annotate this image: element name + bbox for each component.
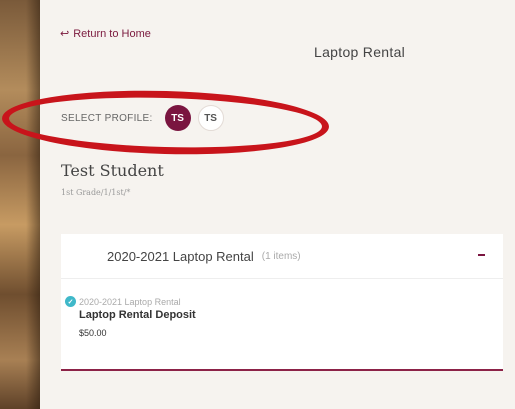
- select-profile-label: SELECT PROFILE:: [61, 112, 153, 124]
- return-home-label: Return to Home: [73, 28, 151, 40]
- profile-selector: SELECT PROFILE: TS TS: [61, 105, 231, 131]
- minus-icon[interactable]: [475, 248, 487, 262]
- student-name: Test Student: [61, 161, 164, 180]
- profile-initials: TS: [204, 112, 217, 124]
- profile-avatar[interactable]: TS: [197, 105, 224, 131]
- rental-group-card: 2020-2021 Laptop Rental (1 items) ✓ 2020…: [61, 234, 503, 371]
- item-category: 2020-2021 Laptop Rental: [79, 297, 181, 307]
- profile-avatar-selected[interactable]: TS: [164, 105, 191, 131]
- return-home-link[interactable]: ↩ Return to Home: [60, 27, 151, 40]
- return-arrow-icon: ↩: [60, 28, 70, 40]
- item-price: $50.00: [79, 328, 107, 338]
- profile-initials: TS: [171, 112, 184, 124]
- item-name: Laptop Rental Deposit: [79, 309, 196, 321]
- check-circle-icon: ✓: [65, 296, 76, 307]
- student-details: 1st Grade/1/1st/*: [61, 188, 131, 197]
- rental-group-header[interactable]: 2020-2021 Laptop Rental (1 items): [61, 234, 503, 279]
- main-panel: ↩ Return to Home Laptop Rental SELECT PRO…: [1, 0, 515, 409]
- page-title: Laptop Rental: [314, 44, 406, 60]
- rental-group-title: 2020-2021 Laptop Rental: [107, 248, 254, 264]
- rental-group-count: (1 items): [261, 250, 301, 262]
- background-image-strip: [0, 0, 40, 409]
